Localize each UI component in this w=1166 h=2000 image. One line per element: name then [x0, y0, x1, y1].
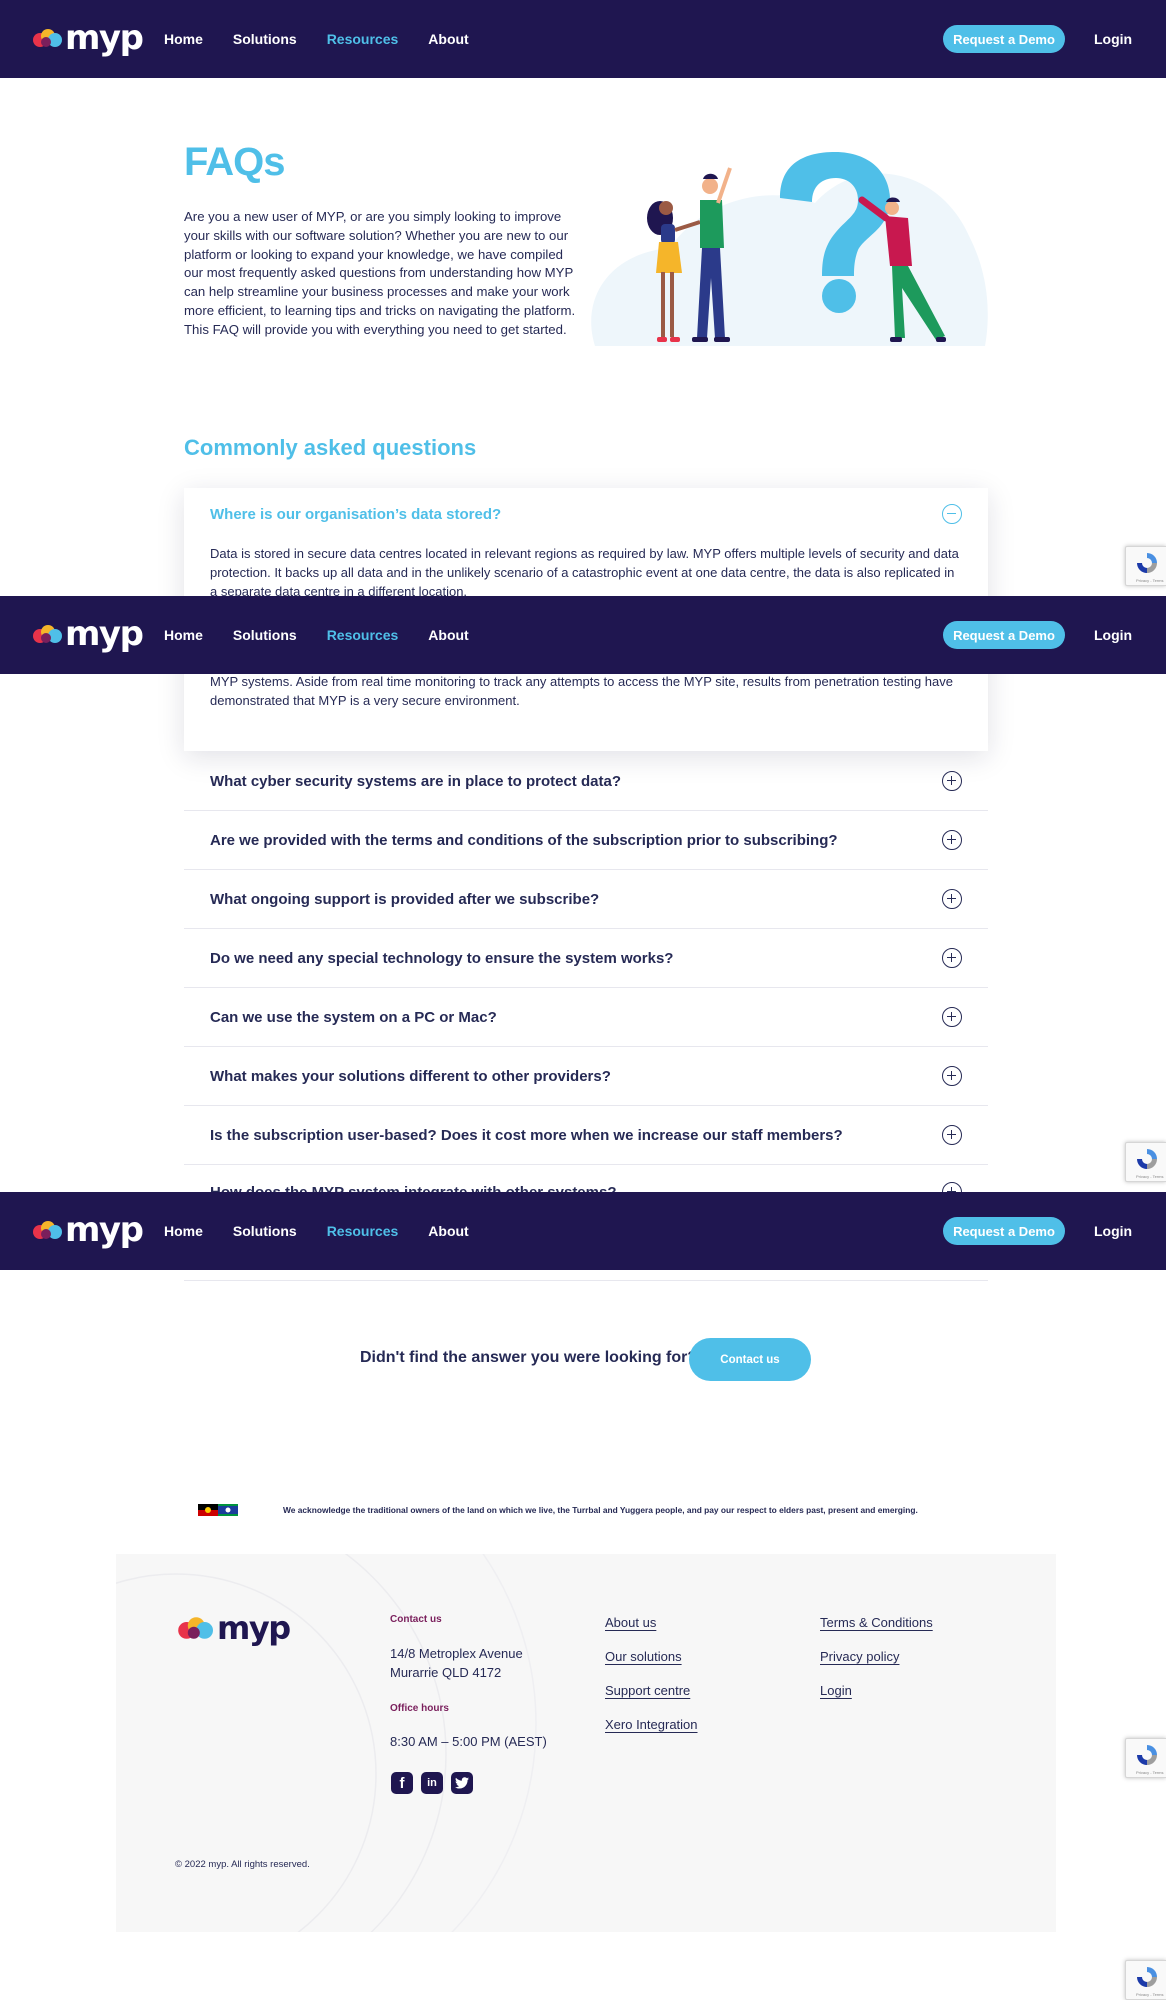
- faq-item[interactable]: Do we need any special technology to ens…: [184, 929, 988, 988]
- nav-home[interactable]: Home: [164, 627, 203, 643]
- footer-link-about-us[interactable]: About us: [605, 1615, 656, 1630]
- nav-about[interactable]: About: [428, 31, 468, 47]
- address-line-1: 14/8 Metroplex Avenue: [390, 1646, 523, 1661]
- nav-about[interactable]: About: [428, 627, 468, 643]
- office-hours-label: Office hours: [390, 1703, 449, 1714]
- login-link[interactable]: Login: [1094, 596, 1132, 674]
- myp-cloud-icon: [33, 1221, 62, 1239]
- faq-item[interactable]: What makes your solutions different to o…: [184, 1047, 988, 1106]
- facebook-icon[interactable]: f: [391, 1772, 413, 1794]
- faq-illustration: [591, 152, 988, 346]
- address-line-2: Murarrie QLD 4172: [390, 1665, 502, 1680]
- recaptcha-icon: [1137, 1149, 1157, 1169]
- expand-icon[interactable]: [942, 1125, 962, 1145]
- contact-label: Contact us: [390, 1614, 442, 1625]
- faq-answer-paragraph: Data is stored in secure data centres lo…: [210, 546, 959, 599]
- faq-question: Can we use the system on a PC or Mac?: [210, 1009, 497, 1026]
- expand-icon[interactable]: [942, 771, 962, 791]
- expand-icon[interactable]: [942, 889, 962, 909]
- recaptcha-text: Privacy - Terms: [1136, 578, 1164, 583]
- myp-logo[interactable]: myp: [32, 18, 144, 58]
- request-demo-button[interactable]: Request a Demo: [943, 621, 1065, 649]
- torres-strait-flag-icon: [218, 1504, 238, 1516]
- recaptcha-badge[interactable]: Privacy - Terms: [1125, 1738, 1166, 1778]
- footer: myp Contact us 14/8 Metroplex Avenue Mur…: [116, 1554, 1056, 1932]
- request-demo-button[interactable]: Request a Demo: [943, 1217, 1065, 1245]
- faq-question: What makes your solutions different to o…: [210, 1068, 611, 1085]
- faq-question: What ongoing support is provided after w…: [210, 891, 600, 908]
- footer-link-privacy[interactable]: Privacy policy: [820, 1649, 899, 1664]
- aboriginal-flag-icon: [198, 1504, 218, 1516]
- nav-resources[interactable]: Resources: [327, 1223, 399, 1239]
- faq-question: Are we provided with the terms and condi…: [210, 832, 838, 849]
- recaptcha-text: Privacy - Terms: [1136, 1992, 1164, 1997]
- faq-heading: Commonly asked questions: [184, 435, 477, 460]
- faq-item[interactable]: What ongoing support is provided after w…: [184, 870, 988, 929]
- linkedin-icon[interactable]: in: [421, 1772, 443, 1794]
- login-link[interactable]: Login: [1094, 0, 1132, 78]
- footer-link-login[interactable]: Login: [820, 1683, 852, 1698]
- twitter-bird-glyph: [455, 1777, 469, 1789]
- collapse-icon[interactable]: [942, 504, 962, 524]
- recaptcha-text: Privacy - Terms: [1136, 1174, 1164, 1179]
- login-link[interactable]: Login: [1094, 1192, 1132, 1270]
- myp-logo[interactable]: myp: [32, 1210, 144, 1250]
- myp-cloud-icon: [178, 1617, 213, 1639]
- footer-logo[interactable]: myp: [176, 1609, 291, 1647]
- recaptcha-text: Privacy - Terms: [1136, 1770, 1164, 1775]
- faq-item[interactable]: What cyber security systems are in place…: [184, 752, 988, 811]
- expand-icon[interactable]: [942, 1007, 962, 1027]
- nav-resources[interactable]: Resources: [327, 627, 399, 643]
- expand-icon[interactable]: [942, 1066, 962, 1086]
- faq-answer-paragraph: MYP systems. Aside from real time monito…: [210, 674, 953, 709]
- nav-home[interactable]: Home: [164, 1223, 203, 1239]
- copyright: © 2022 myp. All rights reserved.: [175, 1859, 310, 1870]
- page-title: FAQs: [184, 140, 285, 184]
- nav-solutions[interactable]: Solutions: [233, 31, 297, 47]
- nav-resources[interactable]: Resources: [327, 31, 399, 47]
- request-demo-button[interactable]: Request a Demo: [943, 25, 1065, 53]
- recaptcha-icon: [1137, 553, 1157, 573]
- logo-text: myp: [217, 1609, 291, 1647]
- logo-text: myp: [65, 1210, 144, 1250]
- twitter-icon[interactable]: [451, 1772, 473, 1794]
- faq-question: What cyber security systems are in place…: [210, 773, 621, 790]
- footer-link-support-centre[interactable]: Support centre: [605, 1683, 690, 1698]
- faq-question: Do we need any special technology to ens…: [210, 950, 674, 967]
- footer-link-our-solutions[interactable]: Our solutions: [605, 1649, 682, 1664]
- myp-cloud-icon: [33, 625, 62, 643]
- cta-text: Didn't find the answer you were looking …: [360, 1349, 698, 1366]
- recaptcha-icon: [1137, 1745, 1157, 1765]
- faq-open-question[interactable]: Where is our organisation’s data stored?: [210, 506, 501, 523]
- expand-icon[interactable]: [942, 830, 962, 850]
- myp-cloud-icon: [33, 29, 62, 47]
- recaptcha-badge[interactable]: Privacy - Terms: [1125, 1960, 1166, 2000]
- nav-about[interactable]: About: [428, 1223, 468, 1239]
- office-hours: 8:30 AM – 5:00 PM (AEST): [390, 1734, 547, 1749]
- hero-intro: Are you a new user of MYP, or are you si…: [184, 209, 576, 337]
- flags: [198, 1504, 238, 1516]
- faq-item[interactable]: Can we use the system on a PC or Mac?: [184, 988, 988, 1047]
- footer-link-terms[interactable]: Terms & Conditions: [820, 1615, 933, 1630]
- expand-icon[interactable]: [942, 948, 962, 968]
- myp-logo[interactable]: myp: [32, 614, 144, 654]
- logo-text: myp: [65, 614, 144, 654]
- recaptcha-badge[interactable]: Privacy - Terms: [1125, 1142, 1166, 1182]
- contact-us-button[interactable]: Contact us: [689, 1338, 811, 1381]
- acknowledgement-text: We acknowledge the traditional owners of…: [283, 1505, 918, 1515]
- sticky-navbar: myp Home Solutions Resources About Reque…: [0, 596, 1166, 674]
- faq-question: Is the subscription user-based? Does it …: [210, 1127, 843, 1144]
- logo-text: myp: [65, 18, 144, 58]
- sticky-navbar: myp Home Solutions Resources About Reque…: [0, 1192, 1166, 1270]
- nav-home[interactable]: Home: [164, 31, 203, 47]
- recaptcha-icon: [1137, 1967, 1157, 1987]
- top-navbar: myp Home Solutions Resources About Reque…: [0, 0, 1166, 78]
- nav-solutions[interactable]: Solutions: [233, 627, 297, 643]
- footer-link-xero-integration[interactable]: Xero Integration: [605, 1717, 698, 1732]
- nav-solutions[interactable]: Solutions: [233, 1223, 297, 1239]
- faq-item[interactable]: Are we provided with the terms and condi…: [184, 811, 988, 870]
- faq-item[interactable]: Is the subscription user-based? Does it …: [184, 1106, 988, 1165]
- recaptcha-badge[interactable]: Privacy - Terms: [1125, 546, 1166, 586]
